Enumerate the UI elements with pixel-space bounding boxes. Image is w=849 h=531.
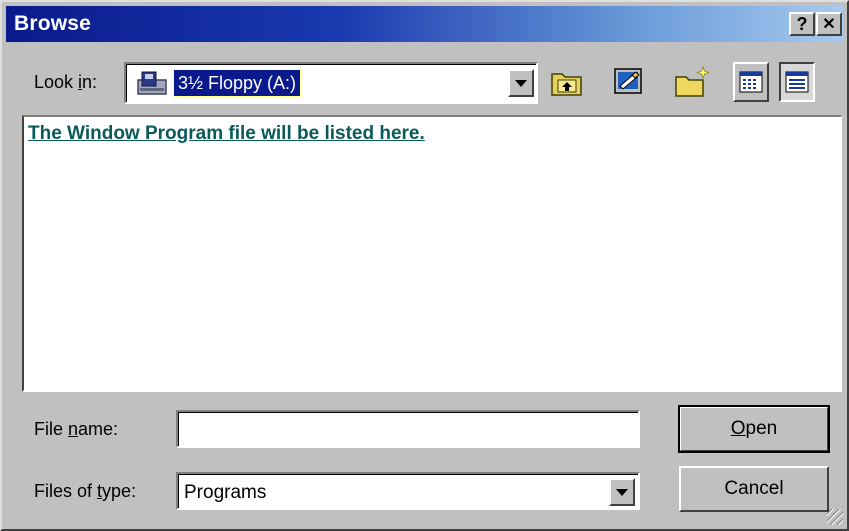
look-in-label-post: n: [82,72,98,92]
open-button-label: pen [745,418,778,439]
cancel-button-label: Cancel [724,478,784,499]
files-of-type-value: Programs [184,482,267,503]
new-folder-icon [675,65,710,97]
window-title: Browse [14,12,92,35]
help-button[interactable]: ? [789,12,815,36]
chevron-down-icon [515,79,527,87]
files-of-type-label-pre: Files of [34,481,98,501]
list-view-button[interactable] [733,62,769,102]
files-of-type-combobox[interactable]: Programs [176,472,640,510]
details-view-icon [785,71,809,93]
files-of-type-label-post: ype: [102,481,137,501]
desktop-button[interactable] [607,60,651,104]
open-button[interactable]: Open [678,405,830,453]
file-list[interactable]: The Window Program file will be listed h… [22,115,842,392]
close-icon: ✕ [822,16,836,33]
file-name-label-post: ame: [78,419,119,439]
look-in-label: Look in: [34,72,97,93]
help-icon: ? [796,13,808,34]
browse-dialog: Browse ? ✕ Look in: 3½ Floppy (A:) The W… [0,0,849,531]
cancel-button[interactable]: Cancel [679,466,829,512]
look-in-label-pre: Look [34,72,79,92]
look-in-dropdown-button[interactable] [508,69,534,97]
files-of-type-dropdown-button[interactable] [609,478,635,506]
floppy-drive-icon [137,71,167,95]
desktop-icon [614,68,642,94]
open-button-mnemonic: O [730,418,746,439]
title-bar[interactable]: Browse ? ✕ [6,6,843,42]
file-name-label-mnemonic: n [68,419,79,439]
files-of-type-label: Files of type: [34,481,136,502]
file-name-input[interactable] [176,410,640,448]
chevron-down-icon [616,488,628,496]
file-name-label-pre: File [34,419,69,439]
details-view-button[interactable] [779,62,815,102]
file-name-label: File name: [34,419,118,440]
up-one-level-icon [551,73,582,96]
up-one-level-button[interactable] [545,60,589,104]
close-button[interactable]: ✕ [816,12,842,36]
look-in-combobox[interactable]: 3½ Floppy (A:) [124,62,538,104]
look-in-selected-value: 3½ Floppy (A:) [172,69,302,97]
list-view-icon [739,71,763,93]
file-list-note: The Window Program file will be listed h… [28,123,425,144]
new-folder-button[interactable] [670,60,714,104]
resize-grip[interactable] [827,509,843,525]
